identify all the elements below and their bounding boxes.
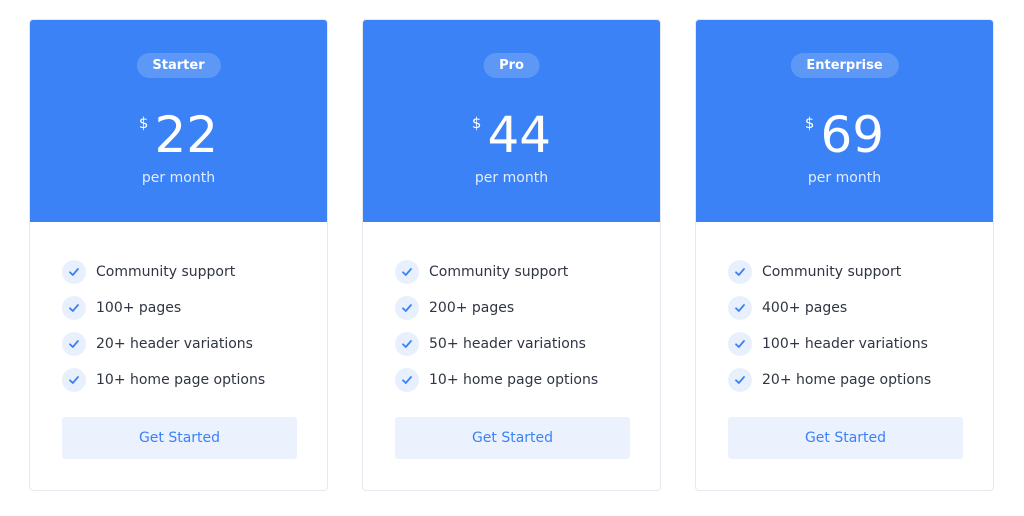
billing-period: per month: [141, 170, 216, 186]
feature-label: 400+ pages: [762, 300, 848, 316]
check-icon: [62, 296, 86, 320]
check-icon: [728, 260, 752, 284]
feature-item: 400+ pages: [728, 290, 973, 326]
check-icon: [395, 368, 419, 392]
feature-label: 20+ home page options: [762, 372, 932, 388]
pricing-card-starter: Starter $22 per month Community support …: [29, 19, 328, 491]
feature-label: Community support: [96, 264, 236, 280]
pricing-card-header: Starter $22 per month: [30, 20, 327, 222]
currency-symbol: $: [471, 114, 482, 132]
get-started-button[interactable]: Get Started: [728, 417, 963, 459]
check-icon: [395, 260, 419, 284]
check-icon: [395, 332, 419, 356]
plan-name-badge: Pro: [483, 53, 540, 78]
feature-item: Community support: [395, 254, 640, 290]
check-icon: [395, 296, 419, 320]
price: $69: [696, 104, 993, 166]
billing-period: per month: [474, 170, 549, 186]
check-icon: [62, 368, 86, 392]
check-icon: [728, 332, 752, 356]
feature-item: Community support: [728, 254, 973, 290]
feature-label: 20+ header variations: [96, 336, 253, 352]
price-amount: 69: [820, 106, 885, 164]
currency-symbol: $: [804, 114, 815, 132]
plan-name-badge: Enterprise: [790, 53, 899, 78]
billing-period: per month: [807, 170, 882, 186]
plan-name-badge: Starter: [136, 53, 221, 78]
check-icon: [62, 260, 86, 284]
pricing-card-header: Pro $44 per month: [363, 20, 660, 222]
feature-item: 100+ pages: [62, 290, 307, 326]
feature-list: Community support 200+ pages 50+ header …: [395, 254, 640, 398]
feature-label: Community support: [762, 264, 902, 280]
check-icon: [62, 332, 86, 356]
pricing-table: Starter $22 per month Community support …: [0, 0, 1024, 516]
feature-label: 50+ header variations: [429, 336, 586, 352]
get-started-button[interactable]: Get Started: [62, 417, 297, 459]
feature-item: Community support: [62, 254, 307, 290]
feature-item: 20+ header variations: [62, 326, 307, 362]
price: $44: [363, 104, 660, 166]
feature-item: 200+ pages: [395, 290, 640, 326]
feature-label: 200+ pages: [429, 300, 515, 316]
feature-label: 10+ home page options: [96, 372, 266, 388]
feature-item: 10+ home page options: [395, 362, 640, 398]
pricing-card-pro: Pro $44 per month Community support 200+…: [362, 19, 661, 491]
feature-label: 10+ home page options: [429, 372, 599, 388]
feature-item: 100+ header variations: [728, 326, 973, 362]
get-started-button[interactable]: Get Started: [395, 417, 630, 459]
price-amount: 44: [487, 106, 552, 164]
feature-item: 50+ header variations: [395, 326, 640, 362]
feature-label: Community support: [429, 264, 569, 280]
pricing-card-header: Enterprise $69 per month: [696, 20, 993, 222]
feature-item: 20+ home page options: [728, 362, 973, 398]
check-icon: [728, 296, 752, 320]
price-amount: 22: [154, 106, 219, 164]
feature-list: Community support 400+ pages 100+ header…: [728, 254, 973, 398]
check-icon: [728, 368, 752, 392]
price: $22: [30, 104, 327, 166]
pricing-card-enterprise: Enterprise $69 per month Community suppo…: [695, 19, 994, 491]
feature-label: 100+ header variations: [762, 336, 928, 352]
currency-symbol: $: [138, 114, 149, 132]
feature-label: 100+ pages: [96, 300, 182, 316]
feature-list: Community support 100+ pages 20+ header …: [62, 254, 307, 398]
feature-item: 10+ home page options: [62, 362, 307, 398]
